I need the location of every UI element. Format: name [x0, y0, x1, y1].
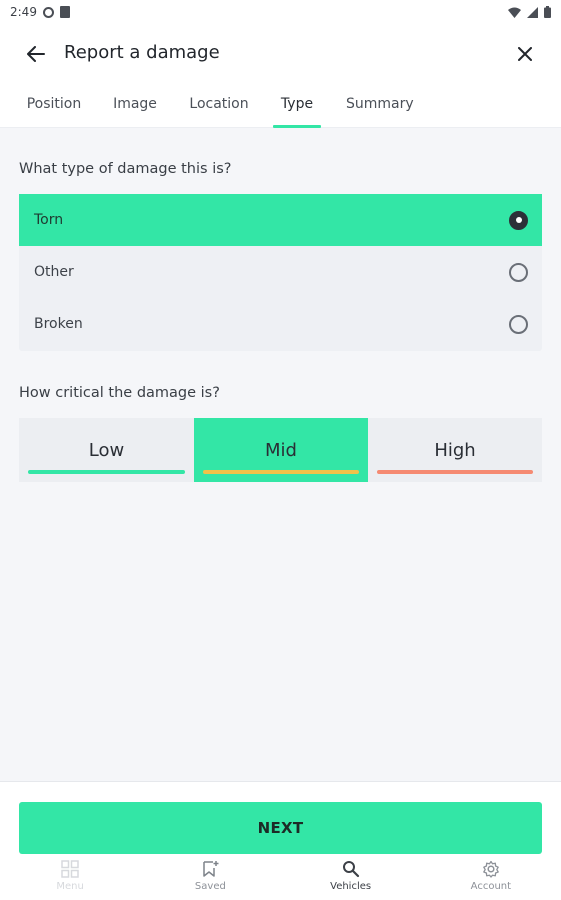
tab-summary[interactable]: Summary	[346, 96, 414, 128]
severity-mid-button[interactable]: Mid	[194, 418, 368, 482]
battery-icon	[544, 6, 551, 18]
nav-item-vehicles[interactable]: Vehicles	[281, 856, 421, 900]
damage-type-options: Torn Other Broken	[19, 194, 542, 351]
severity-label: High	[434, 439, 476, 461]
severity-high-bar	[377, 470, 533, 474]
gear-icon	[483, 860, 499, 878]
nav-label: Saved	[194, 881, 226, 892]
severity-low-bar	[28, 470, 185, 474]
page-title: Report a damage	[64, 42, 220, 63]
severity-high-button[interactable]: High	[368, 418, 542, 482]
app-bar: Report a damage	[0, 24, 561, 84]
nav-label: Vehicles	[330, 881, 372, 892]
damage-type-option-broken[interactable]: Broken	[19, 298, 542, 350]
next-button[interactable]: NEXT	[19, 802, 542, 854]
active-tab-indicator	[273, 125, 321, 128]
option-label: Torn	[34, 212, 64, 228]
severity-question: How critical the damage is?	[19, 385, 220, 401]
severity-label: Low	[88, 439, 125, 461]
step-tabs: Position Image Location Type Summary	[0, 84, 561, 128]
tab-label: Summary	[346, 96, 414, 112]
damage-type-question: What type of damage this is?	[19, 161, 232, 177]
option-label: Other	[34, 264, 74, 280]
close-icon	[518, 47, 532, 61]
damage-type-option-torn[interactable]: Torn	[19, 194, 542, 246]
damage-type-option-other[interactable]: Other	[19, 246, 542, 298]
status-bar: 2:49	[0, 0, 561, 24]
option-label: Broken	[34, 316, 83, 332]
tab-location[interactable]: Location	[189, 96, 249, 128]
tab-type[interactable]: Type	[273, 96, 321, 128]
close-button[interactable]	[511, 40, 539, 68]
nav-item-account[interactable]: Account	[421, 856, 561, 900]
radio-unselected-icon[interactable]	[509, 314, 528, 334]
radio-unselected-icon[interactable]	[509, 262, 528, 282]
nav-item-saved[interactable]: Saved	[140, 856, 280, 900]
grid-icon	[61, 860, 79, 878]
severity-low-button[interactable]: Low	[19, 418, 194, 482]
tab-label: Type	[280, 96, 314, 112]
tab-label: Position	[26, 96, 82, 112]
search-icon	[342, 861, 359, 878]
sim-card-icon	[59, 6, 70, 18]
tab-position[interactable]: Position	[26, 96, 82, 128]
arrow-left-icon	[27, 46, 45, 62]
radio-selected-icon[interactable]	[509, 210, 528, 230]
nav-label: Account	[470, 881, 512, 892]
signal-icon	[527, 6, 538, 18]
bookmark-icon	[203, 861, 219, 877]
severity-mid-bar	[203, 470, 359, 474]
tab-image[interactable]: Image	[113, 96, 157, 128]
back-button[interactable]	[22, 40, 50, 68]
status-time: 2:49	[10, 5, 37, 19]
nav-label: Menu	[56, 881, 84, 892]
severity-label: Mid	[265, 439, 297, 461]
network-status-icon	[42, 6, 54, 18]
bottom-navigation: Menu Saved Vehicles Account	[0, 856, 561, 900]
severity-selector: Low Mid High	[19, 418, 542, 482]
tab-label: Image	[113, 96, 157, 112]
nav-item-menu[interactable]: Menu	[0, 856, 140, 900]
wifi-icon	[508, 7, 521, 18]
tab-label: Location	[189, 96, 249, 112]
